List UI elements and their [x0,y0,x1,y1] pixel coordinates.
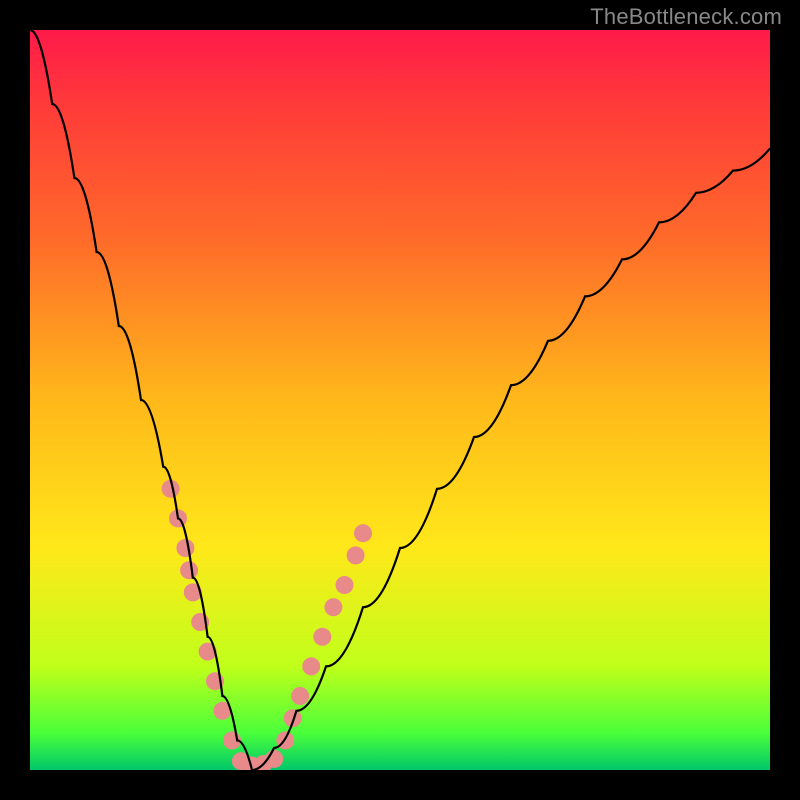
highlight-dot [354,524,372,542]
highlight-dot [291,687,309,705]
highlight-dot [180,561,198,579]
watermark-label: TheBottleneck.com [590,4,782,30]
highlight-dot [336,576,354,594]
plot-area [30,30,770,770]
highlight-dot [176,539,194,557]
highlight-dot [302,657,320,675]
chart-frame: TheBottleneck.com [0,0,800,800]
curve-layer [30,30,770,770]
bottleneck-curve [30,30,770,770]
highlight-dot [313,628,331,646]
highlight-dot [324,598,342,616]
highlight-dots [162,480,372,770]
highlight-dot [347,546,365,564]
